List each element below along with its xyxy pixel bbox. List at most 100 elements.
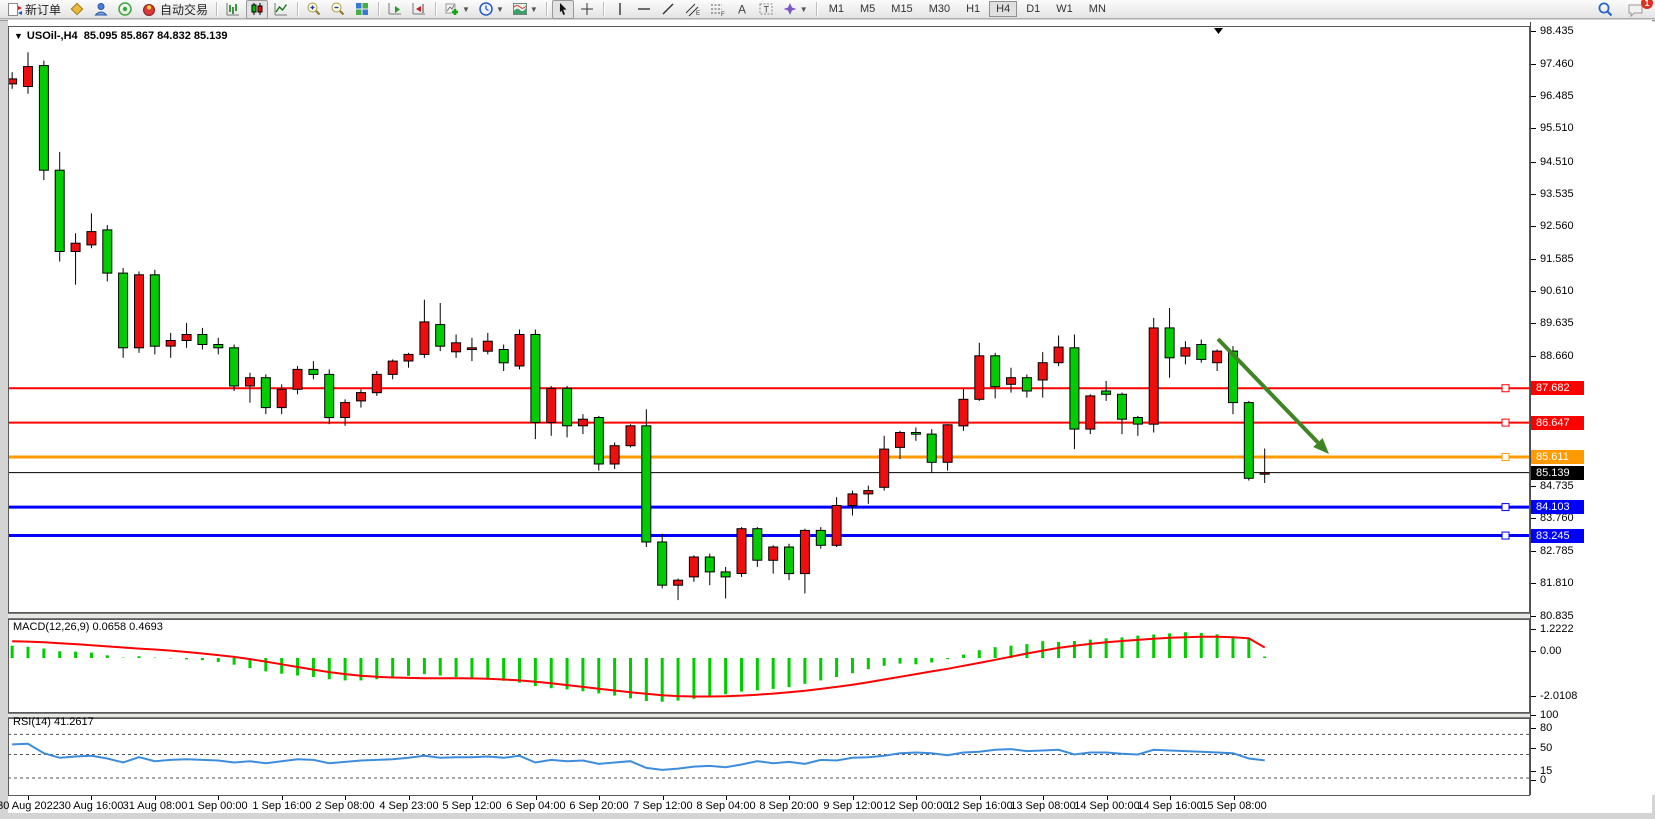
notifications-button[interactable]: 1 (1624, 0, 1648, 19)
cursor-button[interactable] (552, 0, 574, 19)
candle (689, 557, 698, 577)
hline-handle[interactable] (1502, 504, 1509, 511)
timeframe-button-W1[interactable]: W1 (1049, 1, 1080, 17)
candle (150, 275, 159, 346)
candle (182, 335, 191, 341)
candle (594, 418, 603, 465)
timeframe-button-H4[interactable]: H4 (989, 1, 1017, 17)
toolbar-separator (546, 2, 547, 16)
panel-splitter[interactable] (8, 613, 1530, 619)
price-tick-label: 81.810 (1531, 577, 1574, 589)
timeframe-button-M1[interactable]: M1 (822, 1, 851, 17)
price-tick-label: 94.510 (1531, 156, 1574, 168)
auto-scroll-button[interactable] (384, 0, 406, 19)
horizontal-line-button[interactable] (633, 0, 655, 19)
candle (991, 356, 1000, 387)
signal-button[interactable] (114, 0, 136, 19)
toolbar-separator (435, 2, 436, 16)
candle (39, 66, 48, 171)
profiles-button[interactable] (66, 0, 88, 19)
new-order-button[interactable]: 新订单 (4, 0, 64, 19)
candle (467, 348, 476, 350)
rsi-axis-label: 80 (1531, 722, 1552, 734)
line-chart-button[interactable] (270, 0, 292, 19)
cursor-arrow-icon (555, 1, 571, 17)
macd-axis-label: -2.0108 (1531, 690, 1577, 702)
channel-button[interactable]: E (681, 0, 704, 19)
crosshair-button[interactable] (576, 0, 598, 19)
search-button[interactable] (1594, 0, 1617, 19)
dropdown-arrow-icon: ▼ (462, 5, 470, 14)
dropdown-arrow-icon: ▼ (800, 5, 808, 14)
candle (388, 361, 397, 374)
price-axis[interactable]: 98.43597.46096.48595.51094.51093.53592.5… (1531, 22, 1655, 795)
candle (896, 433, 905, 448)
arrows-shapes-button[interactable]: ▼ (779, 0, 811, 19)
timeframe-group: M1M5M15M30H1H4D1W1MN (821, 1, 1114, 17)
candle (1102, 391, 1111, 394)
price-chart[interactable] (8, 26, 1530, 613)
add-indicator-button[interactable]: ▼ (441, 0, 473, 19)
hline-handle[interactable] (1502, 385, 1509, 392)
timeframe-button-M15[interactable]: M15 (884, 1, 919, 17)
hline-handle[interactable] (1502, 532, 1509, 539)
candle (753, 529, 762, 561)
fibonacci-button[interactable]: F (706, 0, 729, 19)
candlestick-chart-button[interactable] (246, 0, 268, 19)
trendline-icon (660, 1, 676, 17)
candle (943, 425, 952, 463)
tile-windows-button[interactable] (351, 0, 373, 19)
timeframe-button-MN[interactable]: MN (1082, 1, 1113, 17)
bar-chart-button[interactable] (222, 0, 244, 19)
new-order-icon (7, 2, 22, 17)
panel-splitter[interactable] (8, 713, 1530, 718)
rsi-axis-label: 100 (1531, 709, 1558, 721)
price-line-badge: 85.611 (1531, 450, 1584, 464)
time-axis[interactable]: 30 Aug 202230 Aug 16:0031 Aug 08:001 Sep… (8, 796, 1652, 813)
price-line-badge: 85.139 (1531, 466, 1584, 480)
periods-button[interactable]: ▼ (475, 0, 507, 19)
candle (1118, 394, 1127, 419)
candle (420, 322, 429, 355)
hline-handle[interactable] (1502, 419, 1509, 426)
trendline-button[interactable] (657, 0, 679, 19)
zoom-in-button[interactable] (303, 0, 325, 19)
candle (372, 374, 381, 392)
toolbar-separator (297, 2, 298, 16)
horizontal-line-icon (636, 1, 652, 17)
candle (499, 350, 508, 363)
timeframe-button-D1[interactable]: D1 (1019, 1, 1047, 17)
toolbar-separator (378, 2, 379, 16)
chart-shift-button[interactable] (408, 0, 430, 19)
rsi-panel[interactable] (8, 718, 1530, 796)
candle (531, 335, 540, 423)
hline-handle[interactable] (1502, 454, 1509, 461)
timeframe-button-M5[interactable]: M5 (853, 1, 882, 17)
fibonacci-icon: F (709, 1, 726, 17)
svg-text:A: A (738, 3, 746, 17)
candle (1070, 348, 1079, 429)
candle (357, 393, 366, 401)
timeframe-button-H1[interactable]: H1 (959, 1, 987, 17)
text-label-button[interactable]: T (755, 0, 777, 19)
zoom-out-button[interactable] (327, 0, 349, 19)
account-button[interactable] (90, 0, 112, 19)
candle (705, 557, 714, 572)
timeframe-button-M30[interactable]: M30 (922, 1, 957, 17)
macd-panel[interactable] (8, 619, 1530, 713)
price-tick-label: 80.835 (1531, 610, 1574, 622)
text-button[interactable]: A (731, 0, 753, 19)
price-tick-label: 82.785 (1531, 545, 1574, 557)
rsi-line (12, 744, 1265, 770)
candle (341, 403, 350, 418)
template-button[interactable]: ▼ (509, 0, 541, 19)
candle (832, 506, 841, 546)
price-tick-label: 98.435 (1531, 25, 1574, 37)
collapse-triangle-icon[interactable]: ▼ (14, 31, 23, 41)
notification-badge: 1 (1641, 0, 1653, 9)
candle (658, 542, 667, 585)
text-label-icon: T (758, 1, 774, 17)
tile-windows-icon (354, 1, 370, 17)
autotrade-button[interactable]: 自动交易 (138, 0, 211, 19)
vertical-line-button[interactable] (609, 0, 631, 19)
